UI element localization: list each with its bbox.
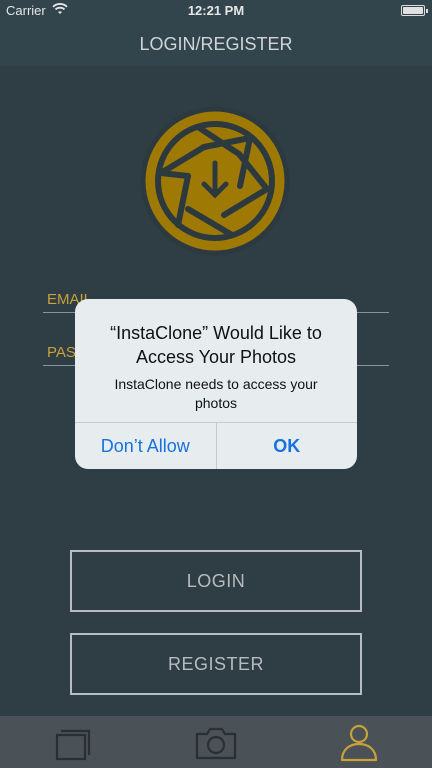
photos-stack-icon (55, 729, 91, 761)
aperture-download-icon (140, 106, 290, 256)
profile-icon (340, 724, 378, 762)
camera-icon (195, 727, 237, 760)
photo-permission-alert: “InstaClone” Would Like to Access Your P… (75, 299, 357, 469)
alert-message: InstaClone needs to access your photos (114, 376, 318, 411)
ok-button[interactable]: OK (215, 423, 358, 469)
alert-title: “InstaClone” Would Like to Access Your P… (110, 323, 322, 367)
tab-feed[interactable] (48, 722, 98, 762)
battery-icon (401, 5, 428, 16)
page-title: LOGIN/REGISTER (139, 34, 293, 54)
alert-actions: Don’t Allow OK (75, 422, 357, 469)
tab-camera[interactable] (191, 722, 241, 762)
status-time: 12:21 PM (187, 3, 245, 18)
nav-bar: LOGIN/REGISTER (0, 22, 432, 66)
dont-allow-button[interactable]: Don’t Allow (75, 423, 216, 469)
status-bar: Carrier 12:21 PM (0, 0, 432, 22)
register-button[interactable]: REGISTER (70, 633, 362, 695)
tab-profile[interactable] (334, 722, 384, 762)
tab-bar (0, 716, 432, 768)
login-button[interactable]: LOGIN (70, 550, 362, 612)
